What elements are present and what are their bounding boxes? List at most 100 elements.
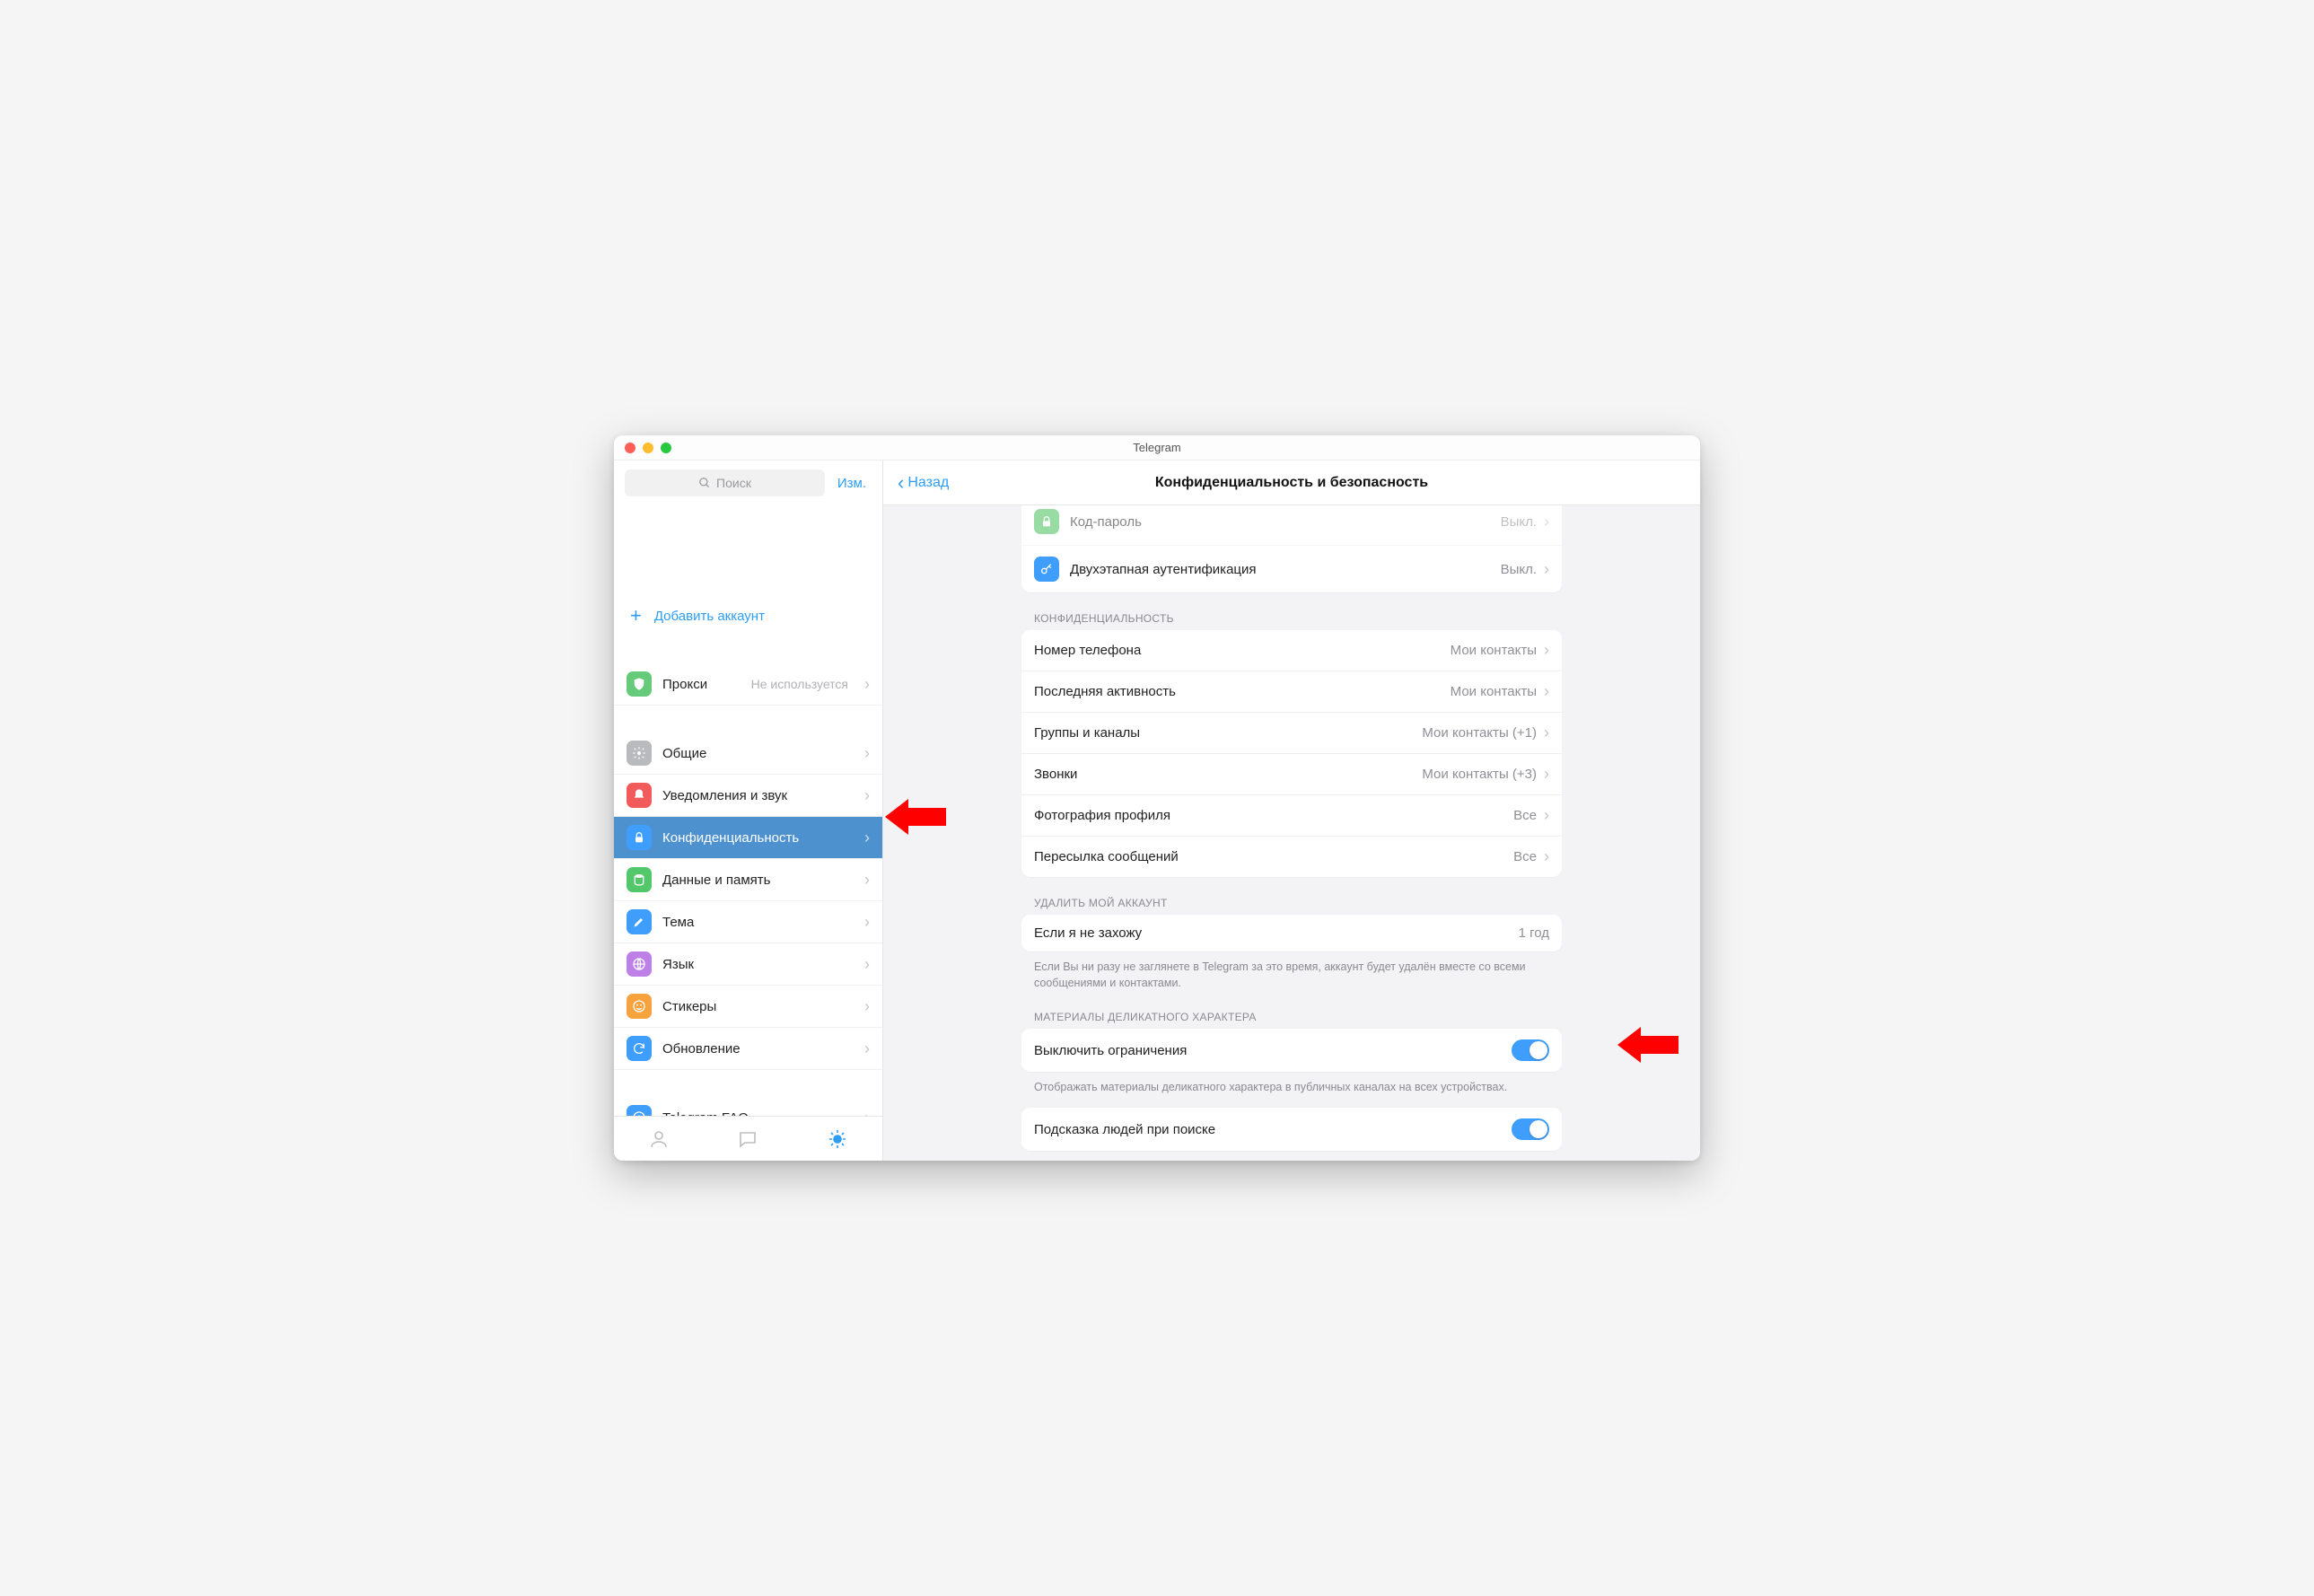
row-suggest-people[interactable]: Подсказка людей при поиске bbox=[1021, 1108, 1562, 1151]
row-value: Все bbox=[1513, 849, 1537, 864]
window-title: Telegram bbox=[614, 441, 1700, 454]
tab-settings[interactable] bbox=[826, 1127, 849, 1151]
shield-icon bbox=[627, 671, 652, 697]
chevron-right-icon: › bbox=[864, 955, 870, 974]
chevron-right-icon: › bbox=[1544, 560, 1549, 579]
section-header-delete: УДАЛИТЬ МОЙ АККАУНТ bbox=[1021, 877, 1562, 915]
section-note-delete: Если Вы ни разу не заглянете в Telegram … bbox=[1021, 951, 1562, 991]
globe-icon bbox=[627, 951, 652, 977]
edit-button[interactable]: Изм. bbox=[832, 476, 872, 491]
toggle-disable-restrictions[interactable] bbox=[1512, 1039, 1549, 1061]
sidebar-item-label: Прокси bbox=[662, 677, 707, 692]
chevron-right-icon: › bbox=[864, 871, 870, 890]
sidebar-item-privacy[interactable]: Конфиденциальность › bbox=[614, 817, 882, 859]
chevron-right-icon: › bbox=[864, 997, 870, 1016]
search-input[interactable]: Поиск bbox=[625, 469, 825, 496]
row-phone[interactable]: Номер телефона Мои контакты › bbox=[1021, 630, 1562, 671]
bell-icon bbox=[627, 783, 652, 808]
row-label: Последняя активность bbox=[1034, 684, 1176, 699]
sidebar-item-general[interactable]: Общие › bbox=[614, 732, 882, 775]
plus-icon: + bbox=[630, 606, 642, 626]
row-label: Подсказка людей при поиске bbox=[1034, 1122, 1215, 1137]
key-icon bbox=[1034, 557, 1059, 582]
sidebar-item-stickers[interactable]: Стикеры › bbox=[614, 986, 882, 1028]
tab-chats[interactable] bbox=[736, 1127, 759, 1151]
section-header-sensitive: МАТЕРИАЛЫ ДЕЛИКАТНОГО ХАРАКТЕРА bbox=[1021, 991, 1562, 1029]
sidebar-item-label: Язык bbox=[662, 957, 694, 972]
page-title: Конфиденциальность и безопасность bbox=[883, 475, 1700, 491]
section-note-sensitive: Отображать материалы деликатного характе… bbox=[1021, 1072, 1562, 1095]
row-value: Мои контакты bbox=[1451, 684, 1537, 699]
row-value: Выкл. bbox=[1501, 514, 1537, 530]
sidebar-item-label: Уведомления и звук bbox=[662, 788, 787, 803]
row-profile-photo[interactable]: Фотография профиля Все › bbox=[1021, 795, 1562, 837]
bottom-tabbar bbox=[614, 1116, 882, 1161]
sidebar-item-update[interactable]: Обновление › bbox=[614, 1028, 882, 1070]
row-value: Все bbox=[1513, 808, 1537, 823]
sidebar-item-label: Стикеры bbox=[662, 999, 716, 1014]
sidebar-item-label: Данные и память bbox=[662, 873, 771, 888]
add-account-button[interactable]: + Добавить аккаунт bbox=[614, 595, 882, 636]
row-twofa[interactable]: Двухэтапная аутентификация Выкл. › bbox=[1021, 546, 1562, 592]
row-forwarding[interactable]: Пересылка сообщений Все › bbox=[1021, 837, 1562, 877]
chevron-right-icon: › bbox=[1544, 513, 1549, 531]
gear-icon bbox=[627, 741, 652, 766]
section-header-privacy: КОНФИДЕНЦИАЛЬНОСТЬ bbox=[1021, 592, 1562, 630]
section-note-suggest: Показывать пользователей, которым Вы час… bbox=[1021, 1151, 1562, 1161]
refresh-icon bbox=[627, 1036, 652, 1061]
row-value: Мои контакты (+3) bbox=[1422, 767, 1537, 782]
row-value: Мои контакты (+1) bbox=[1422, 725, 1537, 741]
row-value: Выкл. bbox=[1501, 562, 1537, 577]
chevron-right-icon: › bbox=[1544, 723, 1549, 742]
row-label: Выключить ограничения bbox=[1034, 1043, 1187, 1058]
row-calls[interactable]: Звонки Мои контакты (+3) › bbox=[1021, 754, 1562, 795]
toggle-suggest-people[interactable] bbox=[1512, 1118, 1549, 1140]
row-value: 1 год bbox=[1519, 925, 1549, 941]
chat-bubble-icon bbox=[737, 1128, 758, 1150]
chevron-right-icon: › bbox=[864, 1039, 870, 1058]
search-placeholder: Поиск bbox=[716, 476, 751, 490]
sidebar-item-value: Не используется bbox=[751, 677, 848, 691]
person-icon bbox=[648, 1128, 670, 1150]
row-passcode[interactable]: Код-пароль Выкл. › bbox=[1021, 505, 1562, 546]
row-disable-restrictions[interactable]: Выключить ограничения bbox=[1021, 1029, 1562, 1072]
chevron-right-icon: › bbox=[864, 913, 870, 932]
chevron-right-icon: › bbox=[1544, 765, 1549, 784]
sidebar-item-notifications[interactable]: Уведомления и звук › bbox=[614, 775, 882, 817]
row-groups[interactable]: Группы и каналы Мои контакты (+1) › bbox=[1021, 713, 1562, 754]
row-value: Мои контакты bbox=[1451, 643, 1537, 658]
lock-icon bbox=[627, 825, 652, 850]
row-label: Звонки bbox=[1034, 767, 1077, 782]
row-label: Номер телефона bbox=[1034, 643, 1141, 658]
chevron-right-icon: › bbox=[864, 675, 870, 694]
row-label: Пересылка сообщений bbox=[1034, 849, 1179, 864]
chevron-right-icon: › bbox=[1544, 641, 1549, 660]
sidebar-item-language[interactable]: Язык › bbox=[614, 943, 882, 986]
lock-icon bbox=[1034, 509, 1059, 534]
search-icon bbox=[698, 477, 711, 489]
row-delete-if-away[interactable]: Если я не захожу 1 год bbox=[1021, 915, 1562, 951]
sidebar-item-faq[interactable]: ? Telegram FAQ › bbox=[614, 1097, 882, 1116]
tab-contacts[interactable] bbox=[647, 1127, 671, 1151]
sidebar-item-theme[interactable]: Тема › bbox=[614, 901, 882, 943]
gear-active-icon bbox=[827, 1128, 848, 1150]
chevron-right-icon: › bbox=[864, 829, 870, 847]
sidebar-item-data[interactable]: Данные и память › bbox=[614, 859, 882, 901]
chevron-right-icon: › bbox=[864, 786, 870, 805]
row-label: Если я не захожу bbox=[1034, 925, 1142, 941]
main-panel: ‹ Назад Конфиденциальность и безопасност… bbox=[883, 460, 1700, 1161]
chevron-right-icon: › bbox=[1544, 806, 1549, 825]
sticker-icon bbox=[627, 994, 652, 1019]
chevron-right-icon: › bbox=[1544, 682, 1549, 701]
row-label: Группы и каналы bbox=[1034, 725, 1140, 741]
sidebar-item-label: Тема bbox=[662, 915, 694, 930]
row-label: Фотография профиля bbox=[1034, 808, 1170, 823]
brush-icon bbox=[627, 909, 652, 934]
sidebar-item-proxy[interactable]: Прокси Не используется › bbox=[614, 663, 882, 706]
add-account-label: Добавить аккаунт bbox=[654, 609, 765, 624]
chevron-right-icon: › bbox=[1544, 847, 1549, 866]
app-window: Telegram Поиск Изм. + Добавить аккаунт bbox=[614, 435, 1700, 1161]
row-label: Код-пароль bbox=[1070, 514, 1142, 530]
sidebar-item-label: Конфиденциальность bbox=[662, 830, 799, 846]
row-last-seen[interactable]: Последняя активность Мои контакты › bbox=[1021, 671, 1562, 713]
